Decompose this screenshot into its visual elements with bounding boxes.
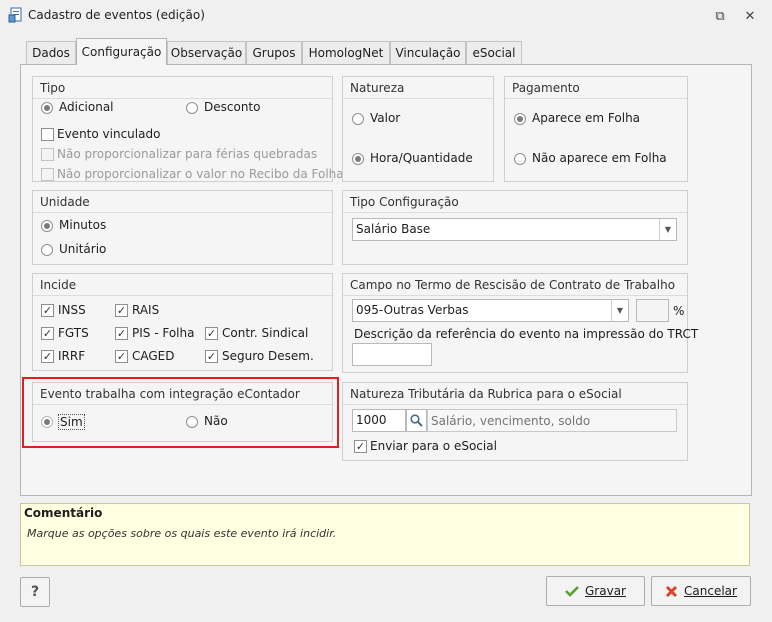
nao-aparece-folha-label: Não aparece em Folha [532,151,667,165]
valor-label: Valor [370,111,401,125]
nao-aparece-folha-radio[interactable] [514,153,526,165]
tab-configuracao[interactable]: Configuração [76,38,167,65]
minutos-radio[interactable] [41,220,53,232]
unidade-group-title: Unidade [33,191,332,213]
natureza-tributaria-title: Natureza Tributária da Rubrica para o eS… [343,383,687,405]
unitario-label: Unitário [59,242,107,256]
evento-vinculado-label: Evento vinculado [57,127,161,141]
app-document-icon [8,7,24,23]
pis-folha-checkbox[interactable]: ✓ [115,327,128,340]
tab-dados[interactable]: Dados [26,41,76,64]
enviar-esocial-label: Enviar para o eSocial [370,439,497,453]
evento-vinculado-checkbox[interactable] [41,128,54,141]
comment-title: Comentário [24,506,103,520]
close-icon[interactable]: ✕ [738,5,762,27]
cancelar-label: Cancelar [684,584,737,598]
tab-observacao[interactable]: Observação [167,41,246,64]
percent-symbol: % [673,304,685,318]
tab-esocial[interactable]: eSocial [466,41,522,64]
campo-termo-select[interactable]: 095-Outras Verbas ▼ [352,299,629,322]
checkmark-icon [565,586,579,597]
adicional-label: Adicional [59,100,114,114]
natureza-code-input[interactable]: 1000 [352,409,406,432]
comment-text: Marque as opções sobre os quais este eve… [27,527,337,540]
fgts-checkbox[interactable]: ✓ [41,327,54,340]
restore-icon[interactable]: ⧉ [708,5,732,27]
nao-prop-ferias-checkbox [41,148,54,161]
seguro-desem-label: Seguro Desem. [222,349,314,363]
cancelar-button[interactable]: Cancelar [651,576,751,606]
campo-termo-title: Campo no Termo de Rescisão de Contrato d… [343,274,687,296]
minutos-label: Minutos [59,218,107,232]
nao-prop-ferias-label: Não proporcionalizar para férias quebrad… [57,147,318,161]
campo-termo-value: 095-Outras Verbas [356,303,469,317]
gravar-button[interactable]: Gravar [546,576,645,606]
tipo-configuracao-title: Tipo Configuração [343,191,687,213]
pagamento-group-title: Pagamento [505,77,687,99]
search-icon[interactable] [406,409,427,432]
natureza-group-title: Natureza [343,77,493,99]
tab-grupos[interactable]: Grupos [246,41,302,64]
chevron-down-icon[interactable]: ▼ [611,300,628,321]
inss-label: INSS [58,303,86,317]
rais-checkbox[interactable]: ✓ [115,304,128,317]
enviar-esocial-checkbox[interactable]: ✓ [354,440,367,453]
fgts-label: FGTS [58,326,89,340]
valor-radio[interactable] [352,113,364,125]
nao-prop-recibo-checkbox [41,168,54,181]
hora-quantidade-radio[interactable] [352,153,364,165]
rais-label: RAIS [132,303,160,317]
chevron-down-icon[interactable]: ▼ [659,219,676,240]
natureza-description-input [427,409,677,432]
pis-folha-label: PIS - Folha [132,326,195,340]
hora-quantidade-label: Hora/Quantidade [370,151,473,165]
tab-vinculacao[interactable]: Vinculação [390,41,466,64]
nao-prop-recibo-label: Não proporcionalizar o valor no Recibo d… [57,167,344,181]
cancel-x-icon [665,585,678,597]
caged-label: CAGED [132,349,175,363]
percent-input[interactable] [636,299,669,322]
aparece-folha-radio[interactable] [514,113,526,125]
tipo-group-title: Tipo [33,77,332,99]
descricao-referencia-label: Descrição da referência do evento na imp… [354,327,699,341]
adicional-radio[interactable] [41,102,53,114]
tipo-configuracao-select[interactable]: Salário Base ▼ [352,218,677,241]
caged-checkbox[interactable]: ✓ [115,350,128,363]
incide-group-title: Incide [33,274,332,296]
pagamento-group: Pagamento [504,76,688,182]
highlight-box [22,377,339,448]
tipo-configuracao-value: Salário Base [356,222,431,236]
window-title: Cadastro de eventos (edição) [28,8,205,22]
natureza-group: Natureza [342,76,494,182]
gravar-label: Gravar [585,584,626,598]
irrf-checkbox[interactable]: ✓ [41,350,54,363]
contr-sindical-checkbox[interactable]: ✓ [205,327,218,340]
descricao-referencia-input[interactable] [352,343,432,366]
seguro-desem-checkbox[interactable]: ✓ [205,350,218,363]
desconto-label: Desconto [204,100,261,114]
tab-homolognet[interactable]: HomologNet [302,41,390,64]
help-button[interactable]: ? [20,577,50,607]
aparece-folha-label: Aparece em Folha [532,111,641,125]
irrf-label: IRRF [58,349,86,363]
desconto-radio[interactable] [186,102,198,114]
contr-sindical-label: Contr. Sindical [222,326,309,340]
unitario-radio[interactable] [41,244,53,256]
inss-checkbox[interactable]: ✓ [41,304,54,317]
